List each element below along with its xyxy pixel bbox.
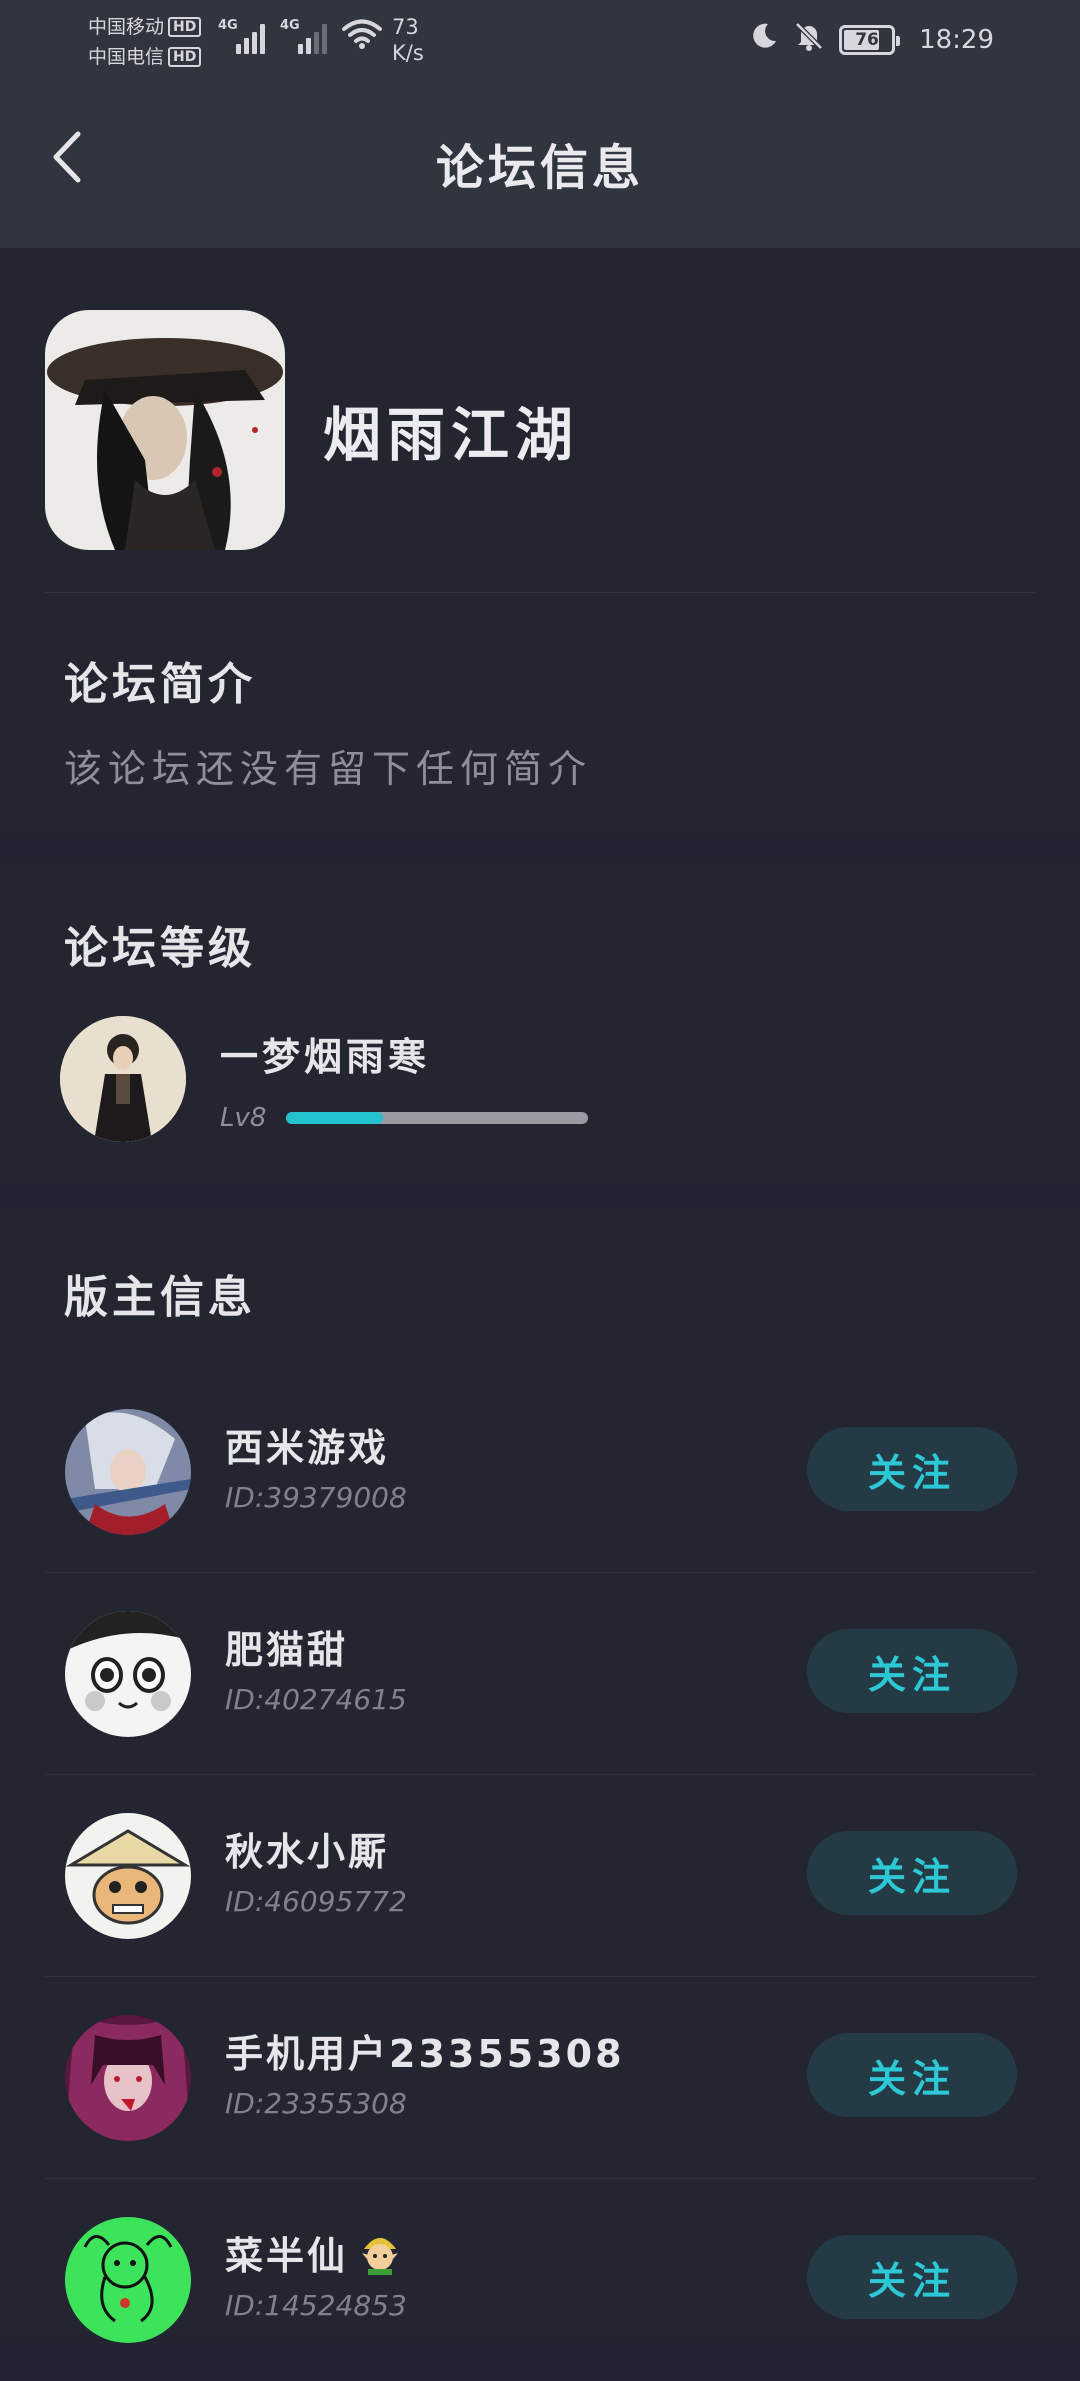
moderator-id: ID:46095772 xyxy=(225,1885,407,1918)
moderator-section: 版主信息 西米游戏 ID:39379008 关注 肥猫甜 ID:40274615… xyxy=(0,1209,1080,2343)
hd-badge: HD xyxy=(168,47,202,67)
bell-off-icon xyxy=(793,20,825,59)
follow-button[interactable]: 关注 xyxy=(807,1427,1017,1511)
carrier-info: 中国移动 HD 中国电信 HD xyxy=(88,12,202,72)
moderator-name: 秋水小厮 xyxy=(225,1821,389,1876)
network-speed: 73 K/s xyxy=(392,14,424,66)
moderator-name-text: 手机用户23355308 xyxy=(225,2032,625,2076)
level-progress-fill xyxy=(286,1111,383,1124)
level-progress: Lv8 xyxy=(220,1103,588,1133)
avatar[interactable] xyxy=(65,1813,191,1939)
nav-bar: 论坛信息 xyxy=(0,80,1080,248)
level-row: 一梦烟雨寒 Lv8 xyxy=(60,1016,588,1142)
battery-level: 76 xyxy=(855,29,879,50)
follow-button[interactable]: 关注 xyxy=(807,1629,1017,1713)
battery-icon: 76 xyxy=(839,24,901,55)
wifi-icon xyxy=(342,18,382,54)
moon-icon xyxy=(749,21,779,58)
moderator-id: ID:14524853 xyxy=(225,2289,407,2322)
carrier-1: 中国移动 xyxy=(88,16,165,38)
moderator-name-text: 菜半仙 xyxy=(225,2234,349,2278)
avatar[interactable] xyxy=(65,1611,191,1737)
moderator-name: 手机用户23355308 xyxy=(225,2023,625,2078)
elf-emoji-icon xyxy=(358,2231,402,2275)
intro-text: 该论坛还没有留下任何简介 xyxy=(64,747,593,791)
level-progress-bar xyxy=(286,1111,588,1124)
avatar[interactable] xyxy=(65,2217,191,2343)
page-title: 论坛信息 xyxy=(435,140,644,196)
carrier-2: 中国电信 xyxy=(88,46,165,68)
top-chrome: 中国移动 HD 中国电信 HD 4G 4G 73 K/s 76 18:29 论坛… xyxy=(0,0,1080,248)
moderator-name-text: 肥猫甜 xyxy=(225,1628,349,1672)
speed-unit: K/s xyxy=(392,41,424,65)
intro-title: 论坛简介 xyxy=(64,659,256,710)
forum-header: 烟雨江湖 xyxy=(45,310,579,550)
status-bar: 中国移动 HD 中国电信 HD 4G 4G 73 K/s 76 18:29 xyxy=(0,0,1080,80)
clock: 18:29 xyxy=(919,24,994,55)
moderator-title: 版主信息 xyxy=(64,1272,256,1323)
level-user-name: 一梦烟雨寒 xyxy=(220,1034,431,1079)
signal-icons: 4G 4G xyxy=(218,18,382,54)
follow-button[interactable]: 关注 xyxy=(807,2235,1017,2319)
list-item[interactable]: 西米游戏 ID:39379008 关注 xyxy=(45,1371,1035,1573)
moderator-name-text: 秋水小厮 xyxy=(225,1830,390,1874)
list-item[interactable]: 秋水小厮 ID:46095772 关注 xyxy=(45,1775,1035,1977)
moderator-list: 西米游戏 ID:39379008 关注 肥猫甜 ID:40274615 关注 秋… xyxy=(0,1371,1080,2381)
list-item[interactable]: 手机用户23355308 ID:23355308 关注 xyxy=(45,1977,1035,2179)
network-type: 4G xyxy=(218,18,238,33)
level-section: 论坛等级 一梦烟雨寒 Lv8 xyxy=(0,860,1080,1185)
level-label: Lv8 xyxy=(220,1102,267,1133)
follow-button[interactable]: 关注 xyxy=(807,1831,1017,1915)
divider xyxy=(45,592,1035,593)
level-info: 一梦烟雨寒 Lv8 xyxy=(220,1026,588,1133)
moderator-id: ID:39379008 xyxy=(225,1481,407,1514)
network-type: 4G xyxy=(280,18,300,33)
signal-strength-icon: 4G xyxy=(280,18,332,54)
hd-badge: HD xyxy=(168,17,202,37)
moderator-name-text: 西米游戏 xyxy=(225,1426,390,1470)
follow-button[interactable]: 关注 xyxy=(807,2033,1017,2117)
moderator-id: ID:40274615 xyxy=(225,1683,407,1716)
speed-value: 73 xyxy=(392,15,419,39)
signal-strength-icon: 4G xyxy=(218,18,270,54)
avatar[interactable] xyxy=(65,2015,191,2141)
list-item[interactable]: 肥猫甜 ID:40274615 关注 xyxy=(45,1573,1035,1775)
moderator-name: 肥猫甜 xyxy=(225,1619,348,1674)
moderator-id: ID:23355308 xyxy=(225,2087,407,2120)
forum-section: 烟雨江湖 论坛简介 该论坛还没有留下任何简介 xyxy=(0,248,1080,838)
avatar[interactable] xyxy=(65,1409,191,1535)
moderator-name: 菜半仙 xyxy=(225,2225,402,2280)
list-item[interactable]: 菜半仙 ID:14524853 关注 xyxy=(45,2179,1035,2381)
moderator-name: 西米游戏 xyxy=(225,1417,389,1472)
forum-name: 烟雨江湖 xyxy=(323,401,580,469)
level-title: 论坛等级 xyxy=(64,923,256,974)
forum-avatar xyxy=(45,310,285,550)
status-right: 76 18:29 xyxy=(749,20,994,59)
avatar xyxy=(60,1016,186,1142)
